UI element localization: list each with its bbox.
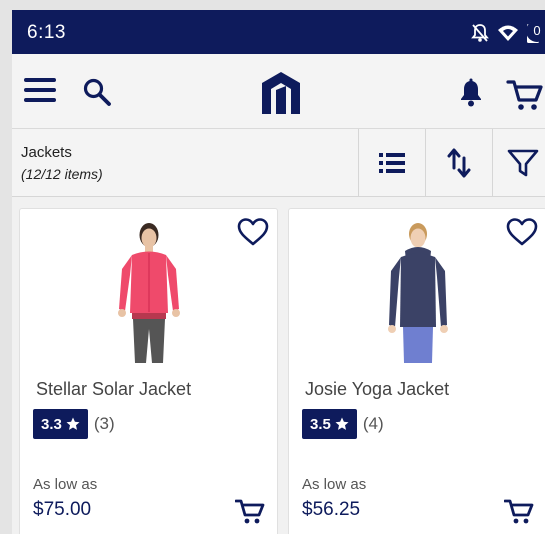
item-count: (12/12 items) bbox=[21, 166, 103, 182]
app-screen: 6:13 0 Jackets (12/12 items) Stellar Sol… bbox=[12, 10, 545, 534]
product-image[interactable] bbox=[373, 217, 463, 365]
filter-button[interactable] bbox=[492, 129, 545, 196]
product-image[interactable] bbox=[104, 217, 194, 365]
product-card[interactable]: Josie Yoga Jacket 3.5 (4) As low as $56.… bbox=[288, 208, 545, 534]
rating-value: 3.3 bbox=[41, 415, 62, 433]
menu-icon[interactable] bbox=[24, 78, 58, 106]
sort-button[interactable] bbox=[425, 129, 492, 196]
star-icon bbox=[335, 417, 349, 430]
bell-icon[interactable] bbox=[457, 78, 485, 108]
product-card[interactable]: Stellar Solar Jacket 3.3 (3) As low as $… bbox=[19, 208, 278, 534]
add-to-cart-icon[interactable] bbox=[504, 497, 534, 525]
product-name[interactable]: Josie Yoga Jacket bbox=[305, 379, 449, 400]
price-value: $75.00 bbox=[33, 499, 92, 520]
heart-icon[interactable] bbox=[506, 217, 538, 247]
store-logo[interactable] bbox=[260, 70, 302, 116]
cart-count-badge: 0 bbox=[526, 20, 545, 42]
status-bar: 6:13 bbox=[12, 10, 545, 54]
rating-badge: 3.3 bbox=[33, 409, 88, 439]
category-toolbar: Jackets (12/12 items) bbox=[12, 129, 545, 197]
add-to-cart-icon[interactable] bbox=[235, 497, 265, 525]
rating-value: 3.5 bbox=[310, 415, 331, 433]
product-name[interactable]: Stellar Solar Jacket bbox=[36, 379, 191, 400]
price-label: As low as bbox=[33, 476, 98, 493]
app-bar bbox=[12, 54, 545, 129]
status-time: 6:13 bbox=[27, 22, 66, 43]
filter-icon bbox=[507, 149, 538, 176]
price-value: $56.25 bbox=[302, 499, 361, 520]
search-icon[interactable] bbox=[82, 77, 112, 107]
rating-badge: 3.5 bbox=[302, 409, 357, 439]
heart-icon[interactable] bbox=[237, 217, 269, 247]
review-count: (4) bbox=[362, 414, 384, 433]
rating-row: 3.3 (3) bbox=[33, 409, 115, 439]
wifi-icon bbox=[498, 25, 518, 41]
notifications-off-icon bbox=[471, 23, 489, 42]
list-view-button[interactable] bbox=[358, 129, 425, 196]
review-count: (3) bbox=[93, 414, 115, 433]
cart-icon[interactable] bbox=[506, 76, 544, 112]
price-label: As low as bbox=[302, 476, 367, 493]
sort-icon bbox=[447, 148, 471, 177]
list-view-icon bbox=[379, 152, 405, 173]
star-icon bbox=[66, 417, 80, 430]
category-title: Jackets bbox=[21, 144, 72, 161]
rating-row: 3.5 (4) bbox=[302, 409, 384, 439]
